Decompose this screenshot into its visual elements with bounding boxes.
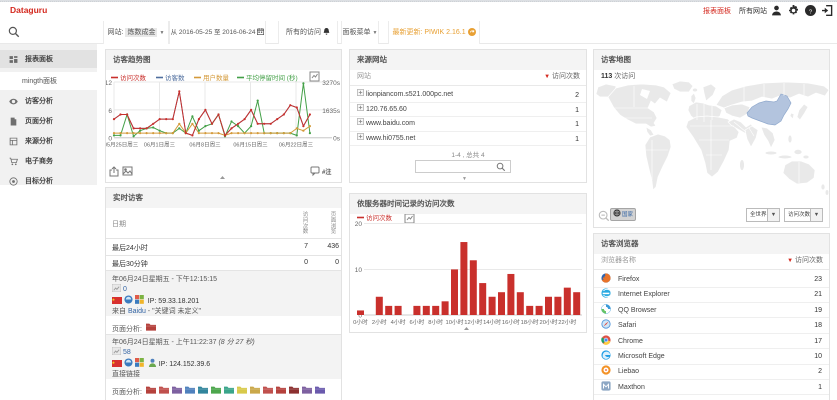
svg-text:18小时: 18小时 [521,318,539,326]
svg-text:0: 0 [108,136,112,143]
svg-text:06月15日周三: 06月15日周三 [233,142,268,149]
svg-text:14小时: 14小时 [483,318,501,326]
svg-text:12小时: 12小时 [464,318,482,326]
svg-text:3270s: 3270s [322,80,340,87]
svg-text:22小时: 22小时 [558,318,576,326]
svg-text:访问次数: 访问次数 [120,73,147,82]
svg-text:8小时: 8小时 [428,318,443,326]
svg-text:16小时: 16小时 [502,318,520,326]
svg-text:0小时: 0小时 [353,318,368,326]
svg-text:20: 20 [355,221,363,228]
svg-text:10小时: 10小时 [445,318,463,326]
svg-text:4小时: 4小时 [391,318,406,326]
svg-text:06月22日周三: 06月22日周三 [279,142,314,149]
svg-text:2小时: 2小时 [372,318,387,326]
svg-text:6: 6 [108,108,112,115]
svg-text:12: 12 [106,80,112,87]
svg-text:访问次数: 访问次数 [366,214,393,222]
svg-text:平均停留时间 (秒): 平均停留时间 (秒) [246,73,298,82]
svg-text:用户数量: 用户数量 [203,73,230,82]
svg-text:访客数: 访客数 [165,73,185,82]
svg-text:06月8日周三: 06月8日周三 [189,142,221,149]
svg-text:10: 10 [355,267,363,274]
svg-text:6小时: 6小时 [409,318,424,326]
svg-text:05月25日周三: 05月25日周三 [106,142,139,149]
svg-text:1635s: 1635s [322,108,340,115]
svg-text:0s: 0s [333,136,341,143]
svg-text:#注: #注 [322,168,331,176]
svg-text:20小时: 20小时 [539,318,557,326]
svg-text:06月1日周三: 06月1日周三 [144,142,176,149]
